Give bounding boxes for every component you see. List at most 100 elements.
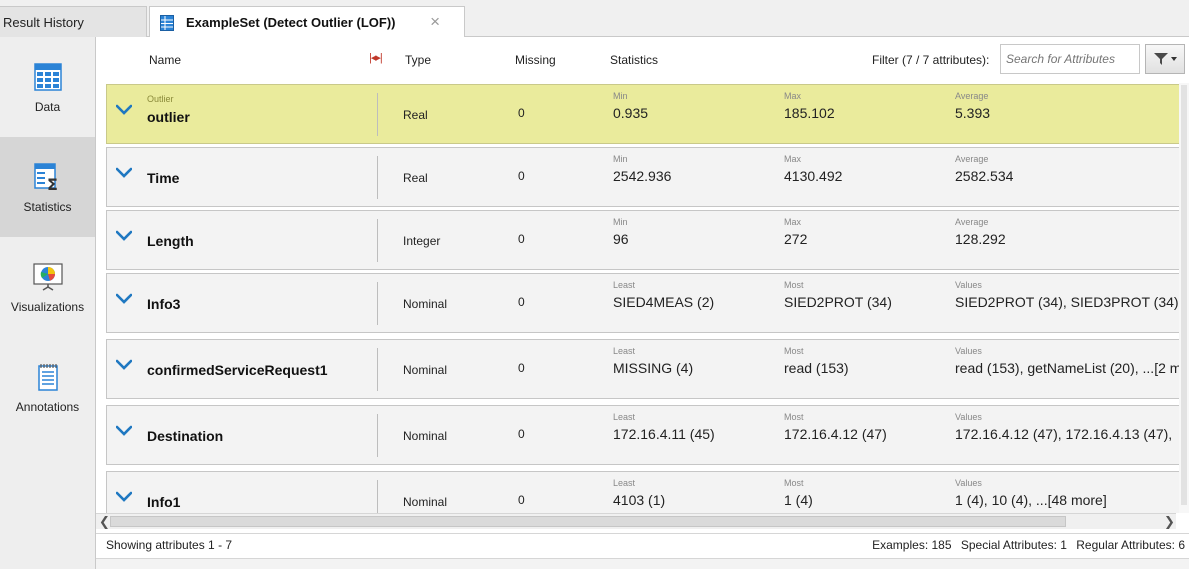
example-counts: Examples: 185 Special Attributes: 1 Regu… <box>866 538 1185 552</box>
stat-value: 185.102 <box>784 105 835 121</box>
stat-label: Least <box>613 346 636 356</box>
sidebar-item-visualizations[interactable]: Visualizations <box>0 237 95 337</box>
tab-exampleset[interactable]: ExampleSet (Detect Outlier (LOF)) × <box>149 6 465 38</box>
notepad-icon <box>37 364 58 391</box>
stat-value: 172.16.4.11 (45) <box>613 426 715 442</box>
attribute-row[interactable]: Length Integer 0 Min 96 Max 272 Average … <box>106 210 1186 270</box>
stat-value: SIED2PROT (34) <box>784 294 892 310</box>
stat-value: MISSING (4) <box>613 360 694 376</box>
tab-result-history-label: Result History <box>3 14 84 30</box>
attribute-type: Nominal <box>403 297 448 311</box>
examples-count: Examples: 185 <box>872 538 952 552</box>
view-sidebar: Data Σ Statistics Visualizations Annotat… <box>0 37 96 569</box>
attribute-missing: 0 <box>518 232 525 246</box>
attribute-type: Integer <box>403 234 441 248</box>
stat-label: Min <box>613 217 628 227</box>
scroll-right-icon[interactable]: ❯ <box>1164 514 1175 530</box>
sidebar-item-data[interactable]: Data <box>0 37 95 137</box>
filter-icon <box>1154 53 1177 65</box>
column-header-name[interactable]: Name <box>149 53 181 67</box>
sidebar-item-annotations[interactable]: Annotations <box>0 337 95 437</box>
stat-value: read (153) <box>784 360 849 376</box>
attribute-list: Outlier outlier Real 0 Min 0.935 Max 185… <box>96 83 1189 513</box>
attribute-type: Nominal <box>403 495 448 509</box>
sidebar-item-label: Annotations <box>15 400 80 414</box>
attribute-row[interactable]: Info3 Nominal 0 Least SIED4MEAS (2) Most… <box>106 273 1186 333</box>
search-attributes-input[interactable] <box>1000 44 1140 74</box>
showing-attributes-text: Showing attributes 1 - 7 <box>106 538 233 552</box>
stat-value: 96 <box>613 231 629 247</box>
scroll-left-icon[interactable]: ❮ <box>99 514 110 530</box>
attribute-name: Destination <box>147 428 224 444</box>
stat-label: Min <box>613 91 628 101</box>
row-divider <box>377 480 378 513</box>
attribute-name: Time <box>147 170 180 186</box>
stat-label: Least <box>613 412 636 422</box>
attribute-missing: 0 <box>518 106 525 120</box>
chevron-down-icon[interactable] <box>116 167 132 179</box>
vertical-scrollbar[interactable] <box>1179 83 1189 513</box>
stat-label: Values <box>955 478 982 488</box>
vertical-scrollbar-thumb[interactable] <box>1181 85 1187 505</box>
stat-label: Average <box>955 217 989 227</box>
stat-label: Least <box>613 280 636 290</box>
stat-value: 1 (4), 10 (4), ...[48 more] <box>955 492 1107 508</box>
attribute-role: Outlier <box>147 94 174 104</box>
row-divider <box>377 282 378 325</box>
attribute-name: Length <box>147 233 194 249</box>
chevron-down-icon[interactable] <box>116 425 132 437</box>
statistics-panel: Name |◂▸| Type Missing Statistics Filter… <box>96 37 1189 558</box>
attribute-name: confirmedServiceRequest1 <box>147 362 328 378</box>
status-bar: Showing attributes 1 - 7 Examples: 185 S… <box>96 533 1189 557</box>
filter-label: Filter (7 / 7 attributes): <box>872 53 990 67</box>
row-divider <box>377 156 378 199</box>
stat-label: Least <box>613 478 636 488</box>
column-header-type[interactable]: Type <box>405 53 431 67</box>
attribute-row[interactable]: Outlier outlier Real 0 Min 0.935 Max 185… <box>106 84 1186 144</box>
filter-button[interactable] <box>1145 44 1185 74</box>
stat-value: 2542.936 <box>613 168 672 184</box>
column-header-missing[interactable]: Missing <box>515 53 556 67</box>
chevron-down-icon[interactable] <box>116 104 132 116</box>
stat-value: 172.16.4.12 (47) <box>784 426 887 442</box>
sidebar-item-label: Statistics <box>23 200 72 214</box>
stat-value: 2582.534 <box>955 168 1014 184</box>
row-divider <box>377 93 378 136</box>
tab-exampleset-label: ExampleSet (Detect Outlier (LOF)) <box>186 15 396 30</box>
stat-label: Most <box>784 346 804 356</box>
attribute-row[interactable]: confirmedServiceRequest1 Nominal 0 Least… <box>106 339 1186 399</box>
chevron-down-icon[interactable] <box>116 230 132 242</box>
attribute-type: Nominal <box>403 429 448 443</box>
stat-label: Values <box>955 412 982 422</box>
stat-value: SIED4MEAS (2) <box>613 294 715 310</box>
attribute-row[interactable]: Time Real 0 Min 2542.936 Max 4130.492 Av… <box>106 147 1186 207</box>
stat-value: SIED2PROT (34), SIED3PROT (34) <box>955 294 1179 310</box>
chevron-down-icon[interactable] <box>116 359 132 371</box>
stat-value: 5.393 <box>955 105 991 121</box>
attribute-name: outlier <box>147 109 190 125</box>
stat-label: Most <box>784 280 804 290</box>
tab-bar: Result History ExampleSet (Detect Outlie… <box>0 0 1189 38</box>
tab-result-history[interactable]: Result History <box>0 6 147 37</box>
stat-value: 0.935 <box>613 105 649 121</box>
special-attributes-count: Special Attributes: 1 <box>960 538 1067 552</box>
chevron-down-icon[interactable] <box>116 491 132 503</box>
row-divider <box>377 414 378 457</box>
table-icon <box>33 63 62 91</box>
stat-label: Average <box>955 154 989 164</box>
column-resize-handle[interactable]: |◂▸| <box>369 51 383 64</box>
svg-text:Σ: Σ <box>47 175 58 193</box>
stat-label: Average <box>955 91 989 101</box>
row-divider <box>377 219 378 262</box>
horizontal-scrollbar-thumb[interactable] <box>110 516 1066 527</box>
close-icon[interactable]: × <box>430 12 440 32</box>
chevron-down-icon[interactable] <box>116 293 132 305</box>
stat-value: 1 (4) <box>784 492 813 508</box>
attribute-row[interactable]: Destination Nominal 0 Least 172.16.4.11 … <box>106 405 1186 465</box>
attribute-row[interactable]: Info1 Nominal 0 Least 4103 (1) Most 1 (4… <box>106 471 1186 513</box>
stat-label: Max <box>784 154 802 164</box>
sidebar-item-statistics[interactable]: Σ Statistics <box>0 137 95 237</box>
stat-value: 172.16.4.12 (47), 172.16.4.13 (47), <box>955 426 1173 442</box>
attribute-type: Nominal <box>403 363 448 377</box>
horizontal-scrollbar[interactable]: ❮ ❯ <box>96 513 1176 529</box>
